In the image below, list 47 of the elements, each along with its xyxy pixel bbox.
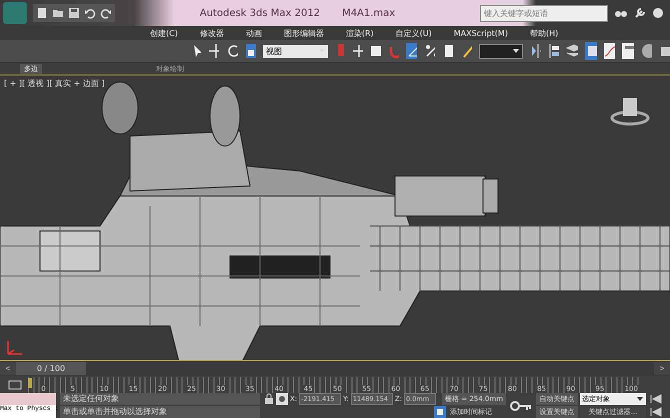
selection-set-field[interactable]: [478, 44, 523, 58]
menu-item[interactable]: MAXScript(M): [454, 28, 508, 38]
next-frame-button[interactable]: >: [654, 362, 670, 375]
menu-item[interactable]: 修改器: [200, 28, 224, 38]
time-slider-handle[interactable]: 0 / 100: [16, 362, 86, 375]
redo-icon[interactable]: [100, 7, 112, 19]
scale-icon[interactable]: [244, 43, 256, 59]
save-icon[interactable]: [68, 7, 80, 19]
track-bar-toggle-icon[interactable]: [8, 380, 22, 390]
wrench-icon[interactable]: [634, 7, 646, 19]
curve-editor-icon[interactable]: [604, 43, 616, 59]
menu-item[interactable]: 动画: [246, 28, 262, 38]
lock-icon[interactable]: [264, 393, 274, 405]
percent-snap-icon[interactable]: [424, 43, 436, 59]
menu-item[interactable]: 图形编辑器: [284, 28, 324, 38]
open-folder-icon[interactable]: [52, 7, 64, 19]
time-tag-icon[interactable]: [434, 406, 446, 418]
key-icon[interactable]: [510, 400, 532, 412]
menu-item[interactable]: 创建(C): [150, 28, 178, 38]
cross-icon[interactable]: [351, 43, 363, 59]
window-title: Autodesk 3ds Max 2012: [200, 8, 320, 18]
viewcube-icon[interactable]: [610, 96, 650, 126]
viewport-label[interactable]: [ + ][ 透视 ][ 真实 + 边面 ]: [4, 78, 104, 89]
search-field[interactable]: 键入关键字或短语: [480, 4, 608, 22]
help-icon[interactable]: [652, 7, 664, 19]
go-to-start-icon[interactable]: [650, 394, 662, 404]
menu-item[interactable]: 帮助(H): [530, 28, 558, 38]
edit-selection-icon[interactable]: [460, 43, 472, 59]
absolute-mode-icon[interactable]: [276, 393, 288, 405]
layers-icon[interactable]: [566, 43, 578, 59]
move-icon[interactable]: [208, 43, 220, 59]
angle-snap-icon[interactable]: [406, 43, 418, 59]
undo-icon[interactable]: [84, 7, 96, 19]
file-name: M4A1.max: [342, 8, 396, 18]
rotate-icon[interactable]: [226, 43, 238, 59]
listener-output-field[interactable]: [0, 393, 56, 405]
reference-coordinate-dropdown[interactable]: 视图: [262, 44, 328, 58]
selection-status: 未选定任何对象: [60, 393, 260, 405]
new-file-icon[interactable]: [36, 7, 48, 19]
menu-item[interactable]: 自定义(U): [396, 28, 432, 38]
scene-explorer-icon[interactable]: [584, 42, 598, 60]
align-icon[interactable]: [548, 43, 560, 59]
mirror-icon[interactable]: [530, 43, 542, 59]
menu-item[interactable]: 渲染(R): [346, 28, 374, 38]
previous-key-icon[interactable]: [650, 407, 662, 417]
previous-frame-button[interactable]: <: [0, 362, 16, 375]
perspective-viewport[interactable]: [ + ][ 透视 ][ 真实 + 边面 ]: [0, 76, 670, 360]
